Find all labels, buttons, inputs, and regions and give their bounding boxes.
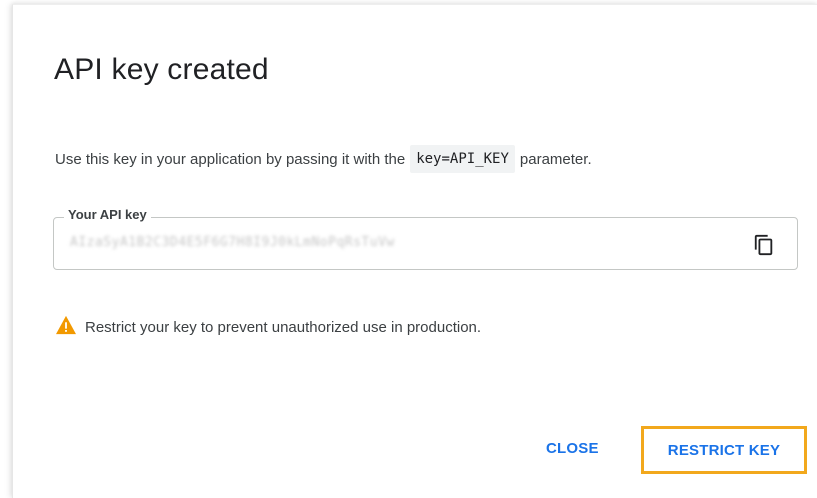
dialog-description: Use this key in your application by pass…	[55, 145, 592, 173]
api-key-dialog: API key created Use this key in your app…	[12, 4, 817, 498]
description-code: key=API_KEY	[410, 145, 515, 173]
description-suffix: parameter.	[519, 150, 592, 168]
restrict-key-button[interactable]: RESTRICT KEY	[641, 426, 807, 474]
api-key-field[interactable]: Your API key AIzaSyA1B2C3D4E5F6G7H8I9J0k…	[53, 207, 798, 270]
copy-icon[interactable]	[753, 234, 775, 256]
api-key-label: Your API key	[64, 207, 151, 222]
api-key-value[interactable]: AIzaSyA1B2C3D4E5F6G7H8I9J0kLmNoPqRsTuVw	[70, 235, 395, 250]
warning-text: Restrict your key to prevent unauthorize…	[85, 318, 482, 336]
dialog-title: API key created	[54, 53, 269, 86]
warning-icon	[55, 315, 85, 339]
description-prefix: Use this key in your application by pass…	[55, 150, 406, 168]
warning-message: Restrict your key to prevent unauthorize…	[55, 315, 481, 339]
close-button[interactable]: CLOSE	[540, 439, 605, 458]
